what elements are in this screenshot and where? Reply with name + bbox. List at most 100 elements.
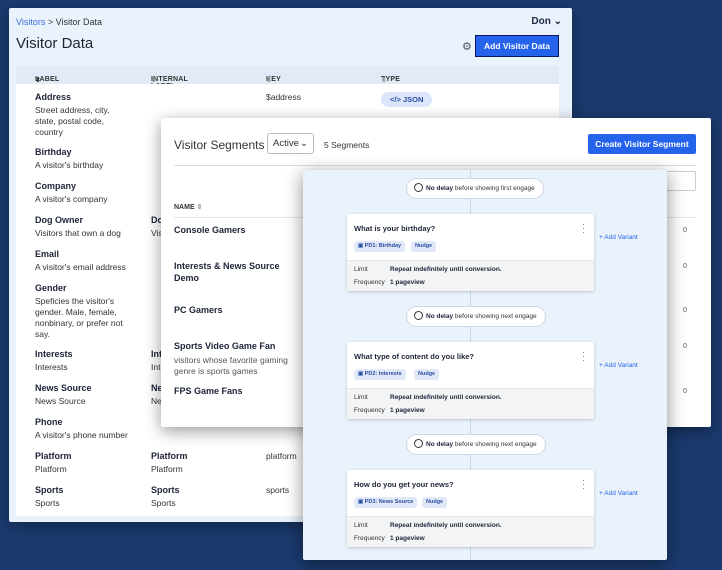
segments-title: Visitor Segments (174, 138, 265, 152)
segment-count: 5 Segments (324, 140, 370, 150)
row-description: A visitor's email address (35, 262, 126, 272)
delay-pill[interactable]: No delay before showing next engage (406, 434, 546, 455)
row-description: Platform (35, 464, 67, 474)
add-variant-button[interactable]: + Add Variant (599, 362, 638, 369)
breadcrumb: Visitors > Visitor Data (16, 17, 102, 27)
engage-flow-window: No delay before showing first engage Wha… (303, 170, 667, 560)
user-name: Don (531, 16, 551, 27)
row-description: A visitor's company (35, 194, 108, 204)
cube-icon: ▣ (358, 371, 364, 377)
tag-badge: Nudge (422, 497, 448, 508)
add-variant-button[interactable]: + Add Variant (599, 490, 638, 497)
row-internal-description: Sports (151, 498, 176, 508)
engage-card[interactable]: What type of content do you like? · · · ▣ … (347, 342, 594, 419)
segment-name: FPS Game Fans (174, 386, 243, 396)
segment-row[interactable]: Console Gamers (174, 224, 294, 236)
engage-card[interactable]: How do you get your news? · · · ▣ PD3: New… (347, 470, 594, 547)
breadcrumb-current: Visitor Data (55, 17, 102, 27)
row-description: News Source (35, 396, 86, 406)
row-internal-label: Sports (151, 485, 180, 495)
sort-icon: ⇕ (381, 77, 388, 84)
code-icon: </> (390, 95, 401, 104)
segment-row[interactable]: Interests & News Source Demo (174, 260, 294, 284)
engage-question: What is your birthday? (354, 224, 436, 233)
row-description: Interests (35, 362, 68, 372)
row-label: News Source (35, 383, 92, 393)
row-description: Visitors that own a dog (35, 228, 121, 238)
sort-icon: ⇕ (196, 204, 203, 211)
chevron-down-icon: ⌄ (553, 16, 562, 27)
chevron-down-icon: ⌄ (300, 138, 308, 149)
cube-icon: ▣ (358, 243, 364, 249)
clock-icon (414, 183, 423, 192)
row-label: Company (35, 181, 77, 191)
segment-name: Sports Video Game Fan (174, 341, 276, 351)
breadcrumb-separator: > (47, 17, 54, 27)
row-label: Interests (35, 349, 73, 359)
row-label: Gender (35, 283, 67, 293)
segment-count-cell: 0 (683, 227, 687, 234)
row-key: $address (266, 92, 301, 102)
engage-card[interactable]: What is your birthday? · · · ▣ PD1: Birthd… (347, 214, 594, 291)
clock-icon (414, 311, 423, 320)
row-key: platform (266, 451, 297, 461)
divider (174, 165, 696, 166)
segment-row[interactable]: Sports Video Game Fan visitors whose fav… (174, 340, 294, 377)
row-description: Speficies the visitor's gender. Male, fe… (35, 296, 123, 339)
row-internal-description: Platform (151, 464, 183, 474)
table-header: LABEL ⬍ INTERNAL LABEL ⇕ KEY ⇕ TYPE ⇕ (16, 66, 559, 90)
sort-icon: ⇕ (151, 77, 158, 84)
row-description: A visitor's birthday (35, 160, 104, 170)
engage-meta: Limit Repeat indefinitely until conversi… (347, 260, 594, 291)
segment-row[interactable]: PC Gamers (174, 304, 294, 316)
sort-desc-icon: ⬍ (35, 77, 42, 84)
name-column-header[interactable]: NAME ⇕ (174, 203, 202, 211)
add-variant-button[interactable]: + Add Variant (599, 234, 638, 241)
row-label: Sports (35, 485, 64, 495)
tag-badge: ▣ PD3: News Source (354, 497, 418, 508)
engage-meta: Limit Repeat indefinitely until conversi… (347, 388, 594, 419)
row-label: Birthday (35, 147, 72, 157)
row-label: Platform (35, 451, 72, 461)
segment-count-cell: 0 (683, 263, 687, 270)
sort-icon: ⇕ (266, 77, 273, 84)
row-description: Sports (35, 498, 60, 508)
gear-icon[interactable]: ⚙ (462, 40, 472, 53)
more-vertical-icon[interactable]: · · · (582, 476, 585, 493)
engage-question: How do you get your news? (354, 480, 454, 489)
tag-badge: ▣ PD1: Birthday (354, 241, 406, 252)
segment-count-cell: 0 (683, 388, 687, 395)
cube-icon: ▣ (358, 499, 364, 505)
row-label: Email (35, 249, 60, 259)
row-label: Dog Owner (35, 215, 84, 225)
row-description: A visitor's phone number (35, 430, 128, 440)
breadcrumb-visitors-link[interactable]: Visitors (16, 17, 45, 27)
segment-row[interactable]: FPS Game Fans (174, 385, 294, 397)
delay-pill[interactable]: No delay before showing first engage (406, 178, 544, 199)
tag-badge: Nudge (414, 369, 440, 380)
row-internal-description: Int (151, 362, 161, 372)
type-badge: </> JSON (381, 92, 433, 107)
row-description: Street address, city, state, postal code… (35, 105, 110, 137)
segment-name: Interests & News Source Demo (174, 261, 280, 283)
segment-count-cell: 0 (683, 343, 687, 350)
segment-count-cell: 0 (683, 307, 687, 314)
page-title: Visitor Data (16, 35, 94, 52)
tag-badge: ▣ PD2: Interests (354, 369, 406, 380)
segment-name: Console Gamers (174, 225, 246, 235)
delay-pill[interactable]: No delay before showing next engage (406, 306, 546, 327)
engage-meta: Limit Repeat indefinitely until conversi… (347, 516, 594, 547)
create-visitor-segment-button[interactable]: Create Visitor Segment (588, 134, 696, 154)
status-filter-select[interactable]: Active ⌄ (267, 133, 314, 154)
row-key: sports (266, 485, 290, 495)
more-vertical-icon[interactable]: · · · (582, 348, 585, 365)
add-visitor-data-button[interactable]: Add Visitor Data (475, 35, 559, 57)
row-label: Address (35, 92, 72, 102)
segment-name: PC Gamers (174, 305, 223, 315)
more-vertical-icon[interactable]: · · · (582, 220, 585, 237)
clock-icon (414, 439, 423, 448)
engage-question: What type of content do you like? (354, 352, 474, 361)
row-label: Phone (35, 417, 63, 427)
row-internal-label: Platform (151, 451, 188, 461)
user-menu[interactable]: Don ⌄ (531, 16, 562, 27)
